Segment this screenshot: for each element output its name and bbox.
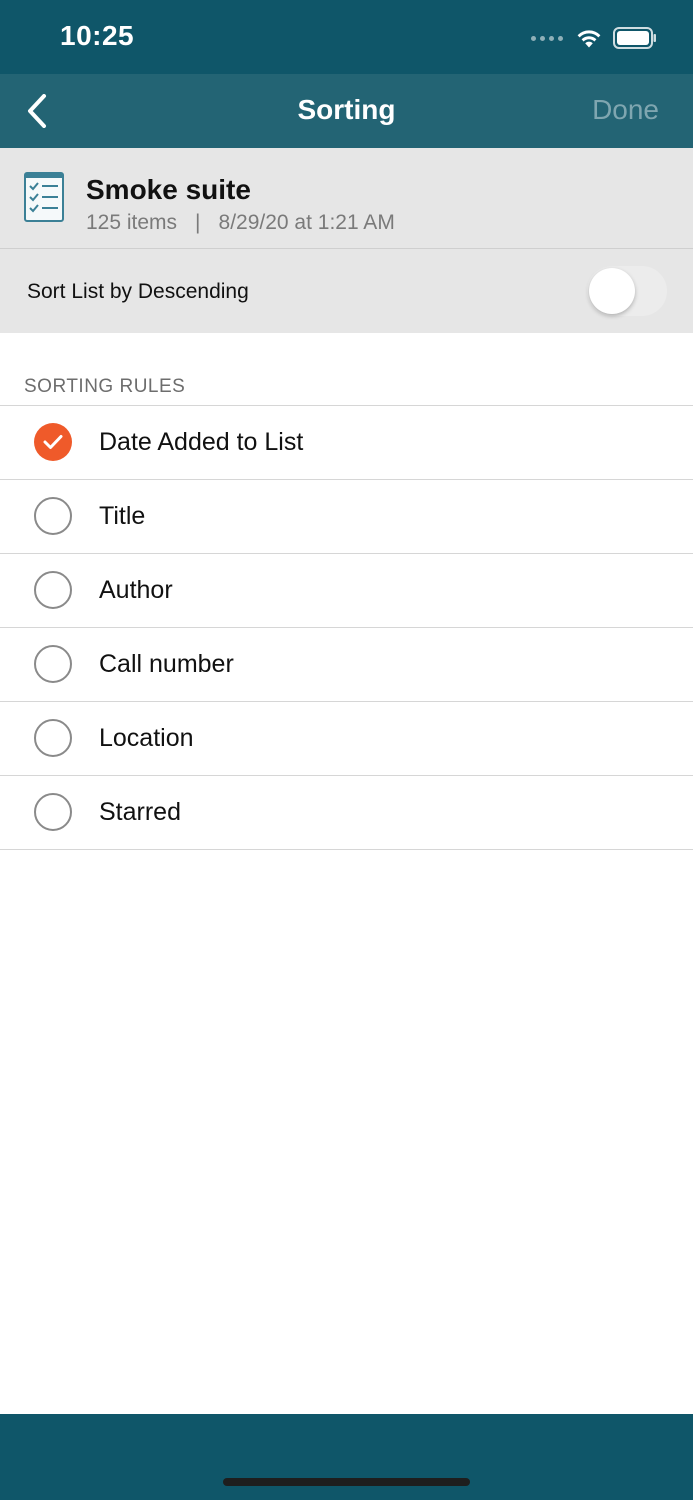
rule-label: Title — [99, 502, 146, 530]
status-time: 10:25 — [60, 20, 135, 51]
status-icons — [531, 24, 657, 52]
status-bar: 10:25 — [0, 0, 693, 74]
list-date: 8/29/20 at 1:21 AM — [218, 211, 395, 234]
rule-label: Date Added to List — [99, 428, 304, 456]
item-count: 125 items — [86, 211, 178, 234]
battery-icon — [613, 27, 656, 49]
sorting-rules-header: SORTING RULES — [24, 376, 186, 397]
rule-title[interactable]: Title — [0, 480, 693, 554]
navigation-bar: Sorting Done — [0, 74, 693, 148]
done-button[interactable]: Done — [592, 94, 659, 126]
rule-label: Author — [99, 576, 173, 604]
signal-icon — [531, 35, 563, 41]
rule-location[interactable]: Location — [0, 702, 693, 776]
rule-call-number[interactable]: Call number — [0, 628, 693, 702]
list-name: Smoke suite — [86, 174, 251, 205]
wifi-icon — [577, 30, 601, 48]
toggle-knob — [589, 268, 635, 314]
list-meta: 125 items | 8/29/20 at 1:21 AM — [86, 211, 395, 235]
rule-label: Location — [99, 724, 194, 752]
descending-toggle[interactable] — [587, 266, 667, 316]
radio-empty-icon — [34, 497, 72, 535]
bottom-bar — [0, 1414, 693, 1500]
rule-starred[interactable]: Starred — [0, 776, 693, 850]
sorting-rules-list: Date Added to List Title Author Call num… — [0, 405, 693, 850]
rule-author[interactable]: Author — [0, 554, 693, 628]
checklist-icon — [24, 172, 64, 222]
radio-empty-icon — [34, 793, 72, 831]
list-summary: Smoke suite 125 items | 8/29/20 at 1:21 AM — [0, 148, 693, 249]
page-title: Sorting — [297, 94, 396, 125]
rule-label: Call number — [99, 650, 234, 678]
descending-toggle-label: Sort List by Descending — [27, 280, 249, 303]
radio-checked-icon — [34, 423, 72, 461]
radio-empty-icon — [34, 645, 72, 683]
descending-toggle-row: Sort List by Descending — [0, 249, 693, 333]
rule-date-added[interactable]: Date Added to List — [0, 406, 693, 480]
home-indicator[interactable] — [223, 1478, 470, 1486]
rule-label: Starred — [99, 798, 181, 826]
radio-empty-icon — [34, 571, 72, 609]
meta-separator: | — [195, 211, 201, 234]
radio-empty-icon — [34, 719, 72, 757]
checkmark-icon — [43, 435, 63, 449]
